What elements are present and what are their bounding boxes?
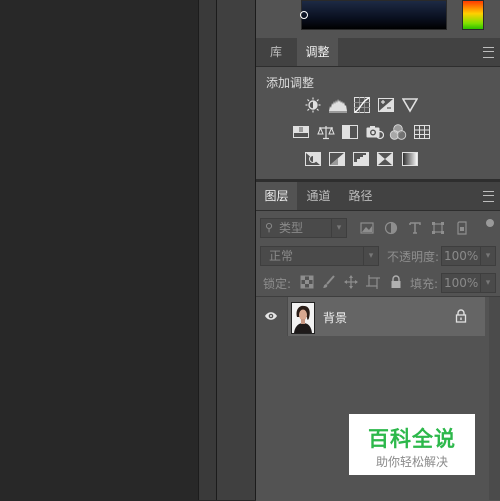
tab-paths[interactable]: 路径 [340, 182, 381, 210]
fill-field[interactable]: 100% ▾ [441, 273, 496, 293]
channel-mixer-icon[interactable] [389, 124, 407, 140]
opacity-field[interactable]: 100% ▾ [441, 246, 496, 266]
lock-transparent-pixels-icon[interactable] [300, 275, 314, 289]
color-lookup-icon[interactable] [414, 124, 430, 140]
tab-library[interactable]: 库 [256, 38, 296, 66]
threshold-icon[interactable] [353, 151, 369, 167]
gradient-map-icon[interactable] [402, 151, 418, 167]
layer-filter-dropdown[interactable]: ⚲ 类型 ▾ [260, 218, 347, 238]
exposure-icon[interactable] [378, 97, 394, 113]
vibrance-icon[interactable] [402, 97, 418, 113]
type-layer-filter-icon[interactable] [408, 221, 422, 235]
curves-icon[interactable] [354, 97, 370, 113]
watermark-subtitle: 助你轻松解决 [375, 455, 448, 469]
levels-icon[interactable] [329, 97, 347, 113]
chevron-down-icon: ▾ [331, 219, 346, 237]
tab-channels[interactable]: 通道 [298, 182, 339, 210]
color-field[interactable] [301, 0, 447, 30]
pixel-layer-filter-icon[interactable] [360, 221, 374, 235]
fill-label: 填充: [410, 277, 439, 291]
color-balance-icon[interactable] [317, 124, 335, 140]
shape-layer-filter-icon[interactable] [431, 221, 445, 235]
filter-kind-label: 类型 [279, 221, 304, 235]
fill-value: 100% [444, 276, 479, 290]
lock-label: 锁定: [263, 277, 292, 291]
smart-object-filter-icon[interactable] [455, 221, 469, 235]
watermark-title: 百科全说 [368, 427, 456, 451]
color-field-marker[interactable] [300, 11, 308, 19]
layer-name[interactable]: 背景 [323, 309, 347, 326]
layers-tabbar: 图层 通道 路径 [256, 182, 500, 211]
lock-image-pixels-icon[interactable] [322, 275, 336, 289]
panel-dock-strip [217, 0, 255, 500]
tab-layers[interactable]: 图层 [256, 182, 297, 210]
layer-thumbnail [291, 302, 315, 334]
layers-menu-icon[interactable] [483, 191, 494, 202]
toolbar-strip [199, 0, 216, 500]
blend-mode-value: 正常 [269, 249, 294, 263]
chevron-down-icon: ▾ [480, 247, 495, 265]
panel-menu-icon[interactable] [483, 47, 494, 58]
lock-all-icon[interactable] [389, 275, 403, 289]
layer-list-scrollbar[interactable] [489, 297, 500, 500]
watermark-logo: 百科全说 助你轻松解决 [349, 414, 475, 475]
opacity-value: 100% [444, 249, 479, 263]
invert-icon[interactable] [305, 151, 321, 167]
search-icon: ⚲ [265, 221, 274, 234]
photo-filter-icon[interactable] [366, 124, 384, 140]
canvas-workspace [0, 0, 198, 500]
blend-mode-dropdown[interactable]: 正常 ▾ [260, 246, 379, 266]
adjustment-layer-filter-icon[interactable] [384, 221, 398, 235]
filter-toggle-icon[interactable] [486, 219, 494, 227]
tab-adjustments[interactable]: 调整 [297, 38, 338, 66]
visibility-eye-icon[interactable] [264, 310, 278, 322]
adjustments-tabbar: 库 调整 [256, 38, 500, 67]
adjustments-heading: 添加调整 [266, 76, 315, 90]
brightness-contrast-icon[interactable] [305, 97, 321, 113]
posterize-icon[interactable] [329, 151, 345, 167]
hue-slider[interactable] [462, 0, 484, 30]
layer-lock-icon [455, 309, 467, 323]
hue-saturation-icon[interactable] [293, 124, 309, 140]
black-white-icon[interactable] [342, 124, 358, 140]
chevron-down-icon: ▾ [480, 274, 495, 292]
layer-row-background[interactable]: 背景 [256, 297, 485, 336]
selective-color-icon[interactable] [377, 151, 393, 167]
lock-position-icon[interactable] [344, 275, 358, 289]
color-panel [256, 0, 500, 39]
chevron-down-icon: ▾ [363, 247, 378, 265]
lock-artboard-icon[interactable] [366, 275, 380, 289]
opacity-label: 不透明度: [387, 250, 440, 264]
